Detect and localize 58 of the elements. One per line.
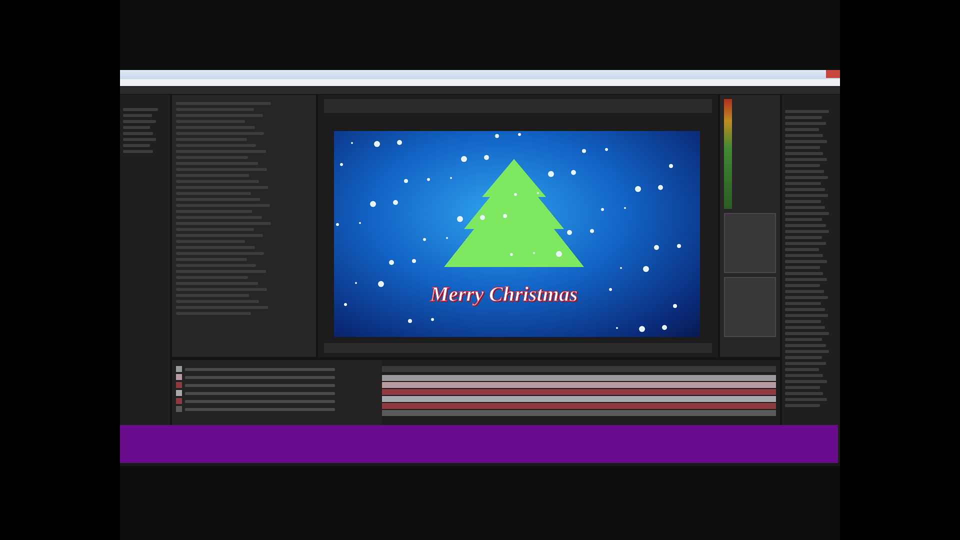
snowflake-icon [673,304,677,308]
snowflake-icon [571,170,576,175]
snowflake-icon [643,266,649,272]
snowflake-icon [495,134,499,138]
preview-panel [724,213,776,273]
snowflake-icon [669,164,673,168]
label-color-icon[interactable] [176,390,182,396]
snowflake-icon [412,259,416,263]
layer-bar[interactable] [382,410,776,416]
snowflake-icon [340,163,343,166]
snowflake-icon [461,156,467,162]
snowflake-icon [344,303,347,306]
label-color-icon[interactable] [176,366,182,372]
snowflake-icon [639,326,645,332]
snowflake-icon [609,288,612,291]
snowflake-icon [423,238,426,241]
snowflake-icon [635,186,641,192]
snowflake-icon [404,179,408,183]
close-button[interactable] [826,70,840,78]
snowflake-icon [397,140,402,145]
snowflake-icon [658,185,663,190]
label-color-icon[interactable] [176,406,182,412]
snowflake-icon [484,155,489,160]
layer-bar[interactable] [382,382,776,388]
snowflake-icon [378,281,384,287]
label-color-icon[interactable] [176,374,182,380]
greeting-text: Merry Christmas [430,281,578,308]
layer-bar[interactable] [382,375,776,381]
snowflake-icon [548,171,554,177]
snowflake-icon [393,200,398,205]
snowflake-icon [662,325,667,330]
snowflake-icon [654,245,659,250]
tree-icon [444,157,584,269]
snowflake-icon [457,216,463,222]
snowflake-icon [582,149,586,153]
layer-bar[interactable] [382,389,776,395]
snowflake-icon [510,253,513,256]
snowflake-icon [480,215,485,220]
label-color-icon[interactable] [176,398,182,404]
layer-bar[interactable] [382,403,776,409]
layer-bar[interactable] [382,396,776,402]
snowflake-icon [389,260,394,265]
snowflake-icon [518,133,521,136]
snowflake-icon [514,193,517,196]
snowflake-icon [374,141,380,147]
snowflake-icon [336,223,339,226]
snowflake-icon [503,214,507,218]
snowflake-icon [567,230,572,235]
snowflake-icon [370,201,376,207]
snowflake-icon [408,319,412,323]
snowflake-icon [605,148,608,151]
snowflake-icon [677,244,681,248]
paragraph-panel [724,277,776,337]
snowflake-icon [590,229,594,233]
label-color-icon[interactable] [176,382,182,388]
snowflake-icon [431,318,434,321]
snowflake-icon [601,208,604,211]
snowflake-icon [427,178,430,181]
